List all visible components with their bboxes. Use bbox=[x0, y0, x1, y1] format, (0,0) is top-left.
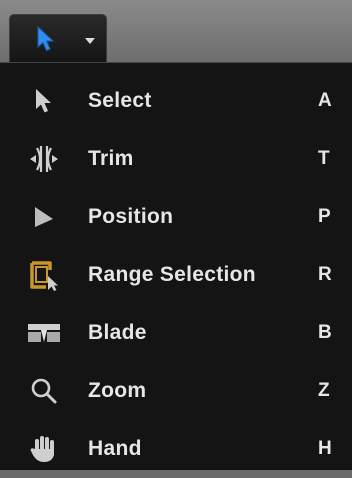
shortcut-key: T bbox=[318, 148, 330, 169]
menu-item-select[interactable]: Select A bbox=[0, 72, 352, 130]
shortcut-key: Z bbox=[318, 380, 330, 401]
magnifier-icon bbox=[26, 373, 62, 409]
menu-item-label: Position bbox=[88, 205, 174, 228]
menu-item-label: Zoom bbox=[88, 379, 147, 402]
menu-item-label: Range Selection bbox=[88, 263, 256, 286]
menu-item-label: Select bbox=[88, 89, 152, 112]
shortcut-key: B bbox=[318, 322, 332, 343]
arrow-icon bbox=[37, 26, 55, 52]
range-selection-icon bbox=[26, 257, 62, 293]
menu-item-hand[interactable]: Hand H bbox=[0, 420, 352, 478]
blade-icon bbox=[26, 315, 62, 351]
position-icon bbox=[26, 199, 62, 235]
tool-menu: Select A Trim T Position P Range Selecti… bbox=[0, 62, 352, 470]
shortcut-key: P bbox=[318, 206, 331, 227]
chevron-down-icon bbox=[85, 38, 95, 44]
arrow-icon bbox=[26, 83, 62, 119]
menu-item-trim[interactable]: Trim T bbox=[0, 130, 352, 188]
menu-item-position[interactable]: Position P bbox=[0, 188, 352, 246]
shortcut-key: A bbox=[318, 90, 332, 111]
menu-item-range-selection[interactable]: Range Selection R bbox=[0, 246, 352, 304]
tool-selector-button[interactable] bbox=[9, 14, 107, 62]
menu-item-label: Trim bbox=[88, 147, 134, 170]
trim-icon bbox=[26, 141, 62, 177]
menu-item-blade[interactable]: Blade B bbox=[0, 304, 352, 362]
menu-item-label: Hand bbox=[88, 437, 142, 460]
menu-item-zoom[interactable]: Zoom Z bbox=[0, 362, 352, 420]
shortcut-key: R bbox=[318, 264, 332, 285]
menu-item-label: Blade bbox=[88, 321, 147, 344]
hand-icon bbox=[26, 431, 62, 467]
shortcut-key: H bbox=[318, 438, 332, 459]
